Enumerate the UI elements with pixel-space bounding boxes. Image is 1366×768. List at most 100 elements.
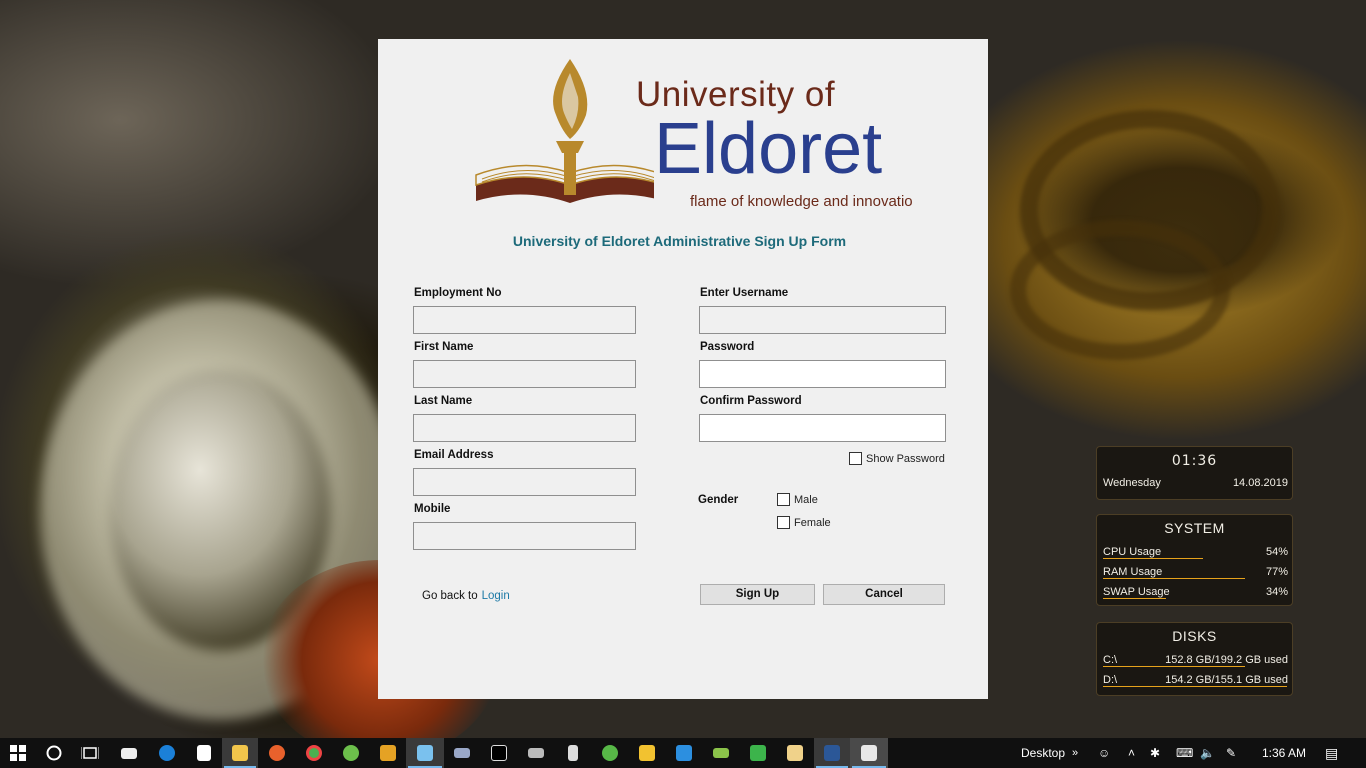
store-icon (197, 745, 211, 761)
task-view-button[interactable] (72, 738, 108, 768)
gender-female-label: Female (794, 516, 831, 529)
confirm-password-input[interactable] (699, 414, 946, 442)
taskbar-app[interactable] (296, 738, 332, 768)
taskbar-app[interactable] (814, 738, 850, 768)
disk-c-bar (1103, 666, 1245, 667)
taskbar-app[interactable] (702, 738, 740, 768)
colorful-app-icon (380, 745, 396, 761)
username-label: Enter Username (700, 287, 789, 299)
wallpaper-ring-detail (1010, 220, 1230, 360)
password-label: Password (700, 341, 755, 353)
checkbox-box[interactable] (849, 452, 862, 465)
edge-icon (159, 745, 175, 761)
ram-usage-row: RAM Usage 77% (1097, 562, 1292, 582)
cpu-usage-bar (1103, 558, 1203, 559)
taskbar-app-java[interactable] (850, 738, 888, 768)
password-input[interactable] (699, 360, 946, 388)
app-icon (528, 748, 544, 758)
disks-title: DISKS (1172, 628, 1217, 644)
taskbar-app[interactable] (592, 738, 628, 768)
clock-time: 01:36 (1171, 453, 1218, 469)
android-icon (713, 748, 729, 758)
gender-male-checkbox[interactable]: Male (777, 493, 818, 506)
volume-icon[interactable]: 🔈 (1200, 738, 1215, 768)
taskbar-app[interactable] (332, 738, 370, 768)
ram-usage-label: RAM Usage (1103, 566, 1163, 578)
cortana-circle-icon (46, 745, 62, 761)
system-title: SYSTEM (1164, 520, 1225, 536)
disk-c-value: 152.8 GB/199.2 GB used (1165, 654, 1288, 666)
swap-usage-bar (1103, 598, 1166, 599)
action-center-icon[interactable]: ▤ (1325, 738, 1338, 768)
chevron-up-icon[interactable]: ˄ (1128, 738, 1135, 768)
taskbar-app[interactable] (110, 738, 148, 768)
file-explorer-icon (232, 745, 248, 761)
checkbox-box[interactable] (777, 493, 790, 506)
desktop-toolbar-label[interactable]: Desktop (1021, 738, 1065, 768)
taskbar-app[interactable] (258, 738, 296, 768)
taskbar-app[interactable] (444, 738, 480, 768)
chrome-icon (306, 745, 322, 761)
taskbar-app[interactable] (776, 738, 814, 768)
taskbar-app[interactable] (666, 738, 702, 768)
utorrent-icon (602, 745, 618, 761)
taskbar-app[interactable] (518, 738, 554, 768)
university-logo: University of Eldoret flame of knowledge… (474, 53, 914, 223)
start-button[interactable] (0, 738, 36, 768)
mobile-input[interactable] (413, 522, 636, 550)
swap-usage-row: SWAP Usage 34% (1097, 582, 1292, 602)
taskbar-app[interactable] (148, 738, 186, 768)
first-name-input[interactable] (413, 360, 636, 388)
taskbar-app[interactable] (406, 738, 444, 768)
pen-tool-icon (568, 745, 578, 761)
taskbar-app[interactable] (628, 738, 666, 768)
document-app-icon (787, 745, 803, 761)
taskbar-app[interactable] (222, 738, 258, 768)
java-icon (861, 745, 877, 761)
input-method-icon[interactable]: ⌨ (1176, 738, 1193, 768)
swap-usage-label: SWAP Usage (1103, 586, 1170, 598)
show-password-checkbox[interactable]: Show Password (849, 452, 945, 465)
disks-widget: DISKS C:\ 152.8 GB/199.2 GB used D:\ 154… (1096, 622, 1293, 696)
logo-tagline: flame of knowledge and innovatio (690, 193, 913, 210)
netbeans-icon (454, 748, 470, 758)
toolbar-expand-icon[interactable]: » (1072, 738, 1078, 768)
taskbar-app[interactable] (370, 738, 406, 768)
email-address-label: Email Address (414, 449, 494, 461)
login-link[interactable]: Login (482, 590, 510, 602)
gender-male-label: Male (794, 493, 818, 506)
virtualbox-icon (417, 745, 433, 761)
taskbar-app[interactable] (480, 738, 518, 768)
gender-label: Gender (698, 494, 739, 506)
cancel-button[interactable]: Cancel (823, 584, 945, 605)
last-name-label: Last Name (414, 395, 473, 407)
checkbox-box[interactable] (777, 516, 790, 529)
taskbar-app[interactable] (186, 738, 222, 768)
taskbar-app[interactable] (740, 738, 776, 768)
clock-day: Wednesday (1103, 477, 1161, 489)
torch-book-icon (475, 59, 654, 203)
signup-window: University of Eldoret flame of knowledge… (378, 39, 988, 699)
vscode-icon (676, 745, 692, 761)
people-icon[interactable]: ☺ (1098, 738, 1110, 768)
task-view-icon (81, 747, 99, 759)
employment-no-label: Employment No (414, 287, 502, 299)
disk-d-row: D:\ 154.2 GB/155.1 GB used (1097, 670, 1292, 690)
gender-female-checkbox[interactable]: Female (777, 516, 831, 529)
system-widget: SYSTEM CPU Usage 54% RAM Usage 77% SWAP … (1096, 514, 1293, 606)
network-icon[interactable]: ✱ (1150, 738, 1160, 768)
taskbar-app[interactable] (554, 738, 592, 768)
pen-icon[interactable]: ✎ (1226, 738, 1236, 768)
cortana-button[interactable] (36, 738, 72, 768)
last-name-input[interactable] (413, 414, 636, 442)
username-input[interactable] (699, 306, 946, 334)
mobile-label: Mobile (414, 503, 451, 515)
taskbar-clock[interactable]: 1:36 AM (1262, 738, 1306, 768)
email-address-input[interactable] (413, 468, 636, 496)
image-app-icon (639, 745, 655, 761)
globe-app-icon (343, 745, 359, 761)
disk-c-row: C:\ 152.8 GB/199.2 GB used (1097, 650, 1292, 670)
form-title: University of Eldoret Administrative Sig… (512, 233, 847, 249)
employment-no-input[interactable] (413, 306, 636, 334)
signup-button[interactable]: Sign Up (700, 584, 815, 605)
